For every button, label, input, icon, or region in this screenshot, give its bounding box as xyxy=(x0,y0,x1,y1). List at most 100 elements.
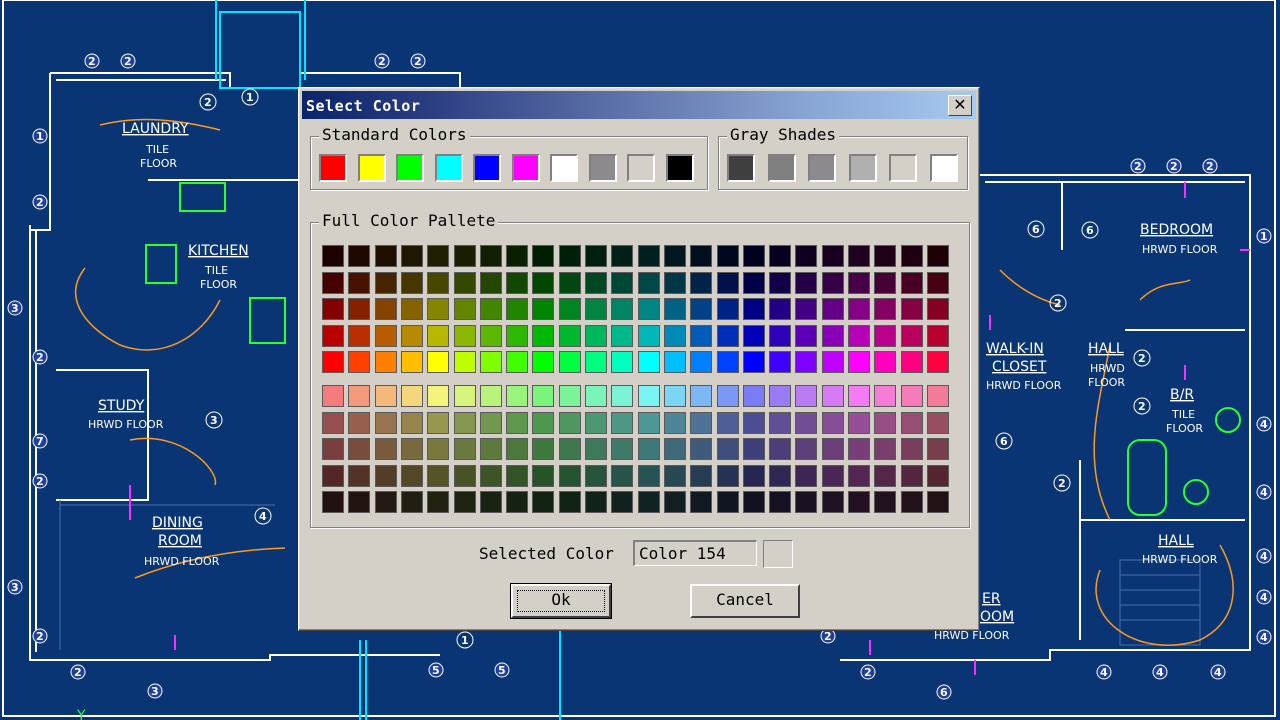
palette-color-cell[interactable] xyxy=(769,411,792,434)
palette-color-cell[interactable] xyxy=(400,491,423,514)
gray-shade-swatch[interactable] xyxy=(727,154,755,182)
palette-color-cell[interactable] xyxy=(479,324,502,347)
palette-color-cell[interactable] xyxy=(742,411,765,434)
palette-color-cell[interactable] xyxy=(558,245,581,267)
palette-color-cell[interactable] xyxy=(690,271,713,294)
palette-color-cell[interactable] xyxy=(690,411,713,434)
palette-color-cell[interactable] xyxy=(506,491,529,514)
palette-color-cell[interactable] xyxy=(769,438,792,461)
palette-color-cell[interactable] xyxy=(400,324,423,347)
palette-color-cell[interactable] xyxy=(795,464,818,487)
palette-color-cell[interactable] xyxy=(690,491,713,514)
palette-color-cell[interactable] xyxy=(690,385,713,407)
palette-color-cell[interactable] xyxy=(479,464,502,487)
palette-color-cell[interactable] xyxy=(821,245,844,267)
palette-color-cell[interactable] xyxy=(637,385,660,407)
palette-color-cell[interactable] xyxy=(795,411,818,434)
palette-color-cell[interactable] xyxy=(769,324,792,347)
palette-color-cell[interactable] xyxy=(926,385,949,407)
standard-color-swatch[interactable] xyxy=(473,154,501,182)
standard-color-swatch[interactable] xyxy=(396,154,424,182)
palette-color-cell[interactable] xyxy=(427,298,450,321)
palette-color-cell[interactable] xyxy=(716,271,739,294)
palette-color-cell[interactable] xyxy=(558,324,581,347)
palette-color-cell[interactable] xyxy=(795,351,818,374)
palette-color-cell[interactable] xyxy=(374,464,397,487)
palette-color-cell[interactable] xyxy=(663,324,686,347)
palette-color-cell[interactable] xyxy=(400,464,423,487)
palette-color-cell[interactable] xyxy=(637,298,660,321)
ok-button[interactable]: Ok xyxy=(510,583,612,619)
palette-color-cell[interactable] xyxy=(506,324,529,347)
palette-color-cell[interactable] xyxy=(611,324,634,347)
standard-color-swatch[interactable] xyxy=(357,154,386,182)
palette-color-cell[interactable] xyxy=(900,271,923,294)
palette-color-cell[interactable] xyxy=(453,464,476,487)
palette-color-cell[interactable] xyxy=(848,271,870,294)
palette-color-cell[interactable] xyxy=(585,298,607,321)
gray-shade-swatch[interactable] xyxy=(848,154,877,182)
palette-color-cell[interactable] xyxy=(663,245,686,267)
palette-color-cell[interactable] xyxy=(558,464,581,487)
palette-color-cell[interactable] xyxy=(637,491,660,514)
palette-color-cell[interactable] xyxy=(795,245,818,267)
palette-color-cell[interactable] xyxy=(769,271,792,294)
palette-color-cell[interactable] xyxy=(506,351,529,374)
palette-color-cell[interactable] xyxy=(532,464,555,487)
palette-color-cell[interactable] xyxy=(716,351,739,374)
palette-color-cell[interactable] xyxy=(663,411,686,434)
palette-color-cell[interactable] xyxy=(742,245,765,267)
palette-color-cell[interactable] xyxy=(348,245,371,267)
palette-color-cell[interactable] xyxy=(716,385,739,407)
palette-color-cell[interactable] xyxy=(532,298,555,321)
palette-color-cell[interactable] xyxy=(532,351,555,374)
palette-color-cell[interactable] xyxy=(322,351,344,374)
palette-color-cell[interactable] xyxy=(795,438,818,461)
palette-color-cell[interactable] xyxy=(611,298,634,321)
palette-color-cell[interactable] xyxy=(585,491,607,514)
palette-color-cell[interactable] xyxy=(585,324,607,347)
palette-color-cell[interactable] xyxy=(585,351,607,374)
palette-color-cell[interactable] xyxy=(926,351,949,374)
palette-color-cell[interactable] xyxy=(374,245,397,267)
palette-color-cell[interactable] xyxy=(690,438,713,461)
palette-color-cell[interactable] xyxy=(926,438,949,461)
palette-color-cell[interactable] xyxy=(585,385,607,407)
palette-color-cell[interactable] xyxy=(479,271,502,294)
palette-color-cell[interactable] xyxy=(716,491,739,514)
palette-color-cell[interactable] xyxy=(690,245,713,267)
palette-color-cell[interactable] xyxy=(585,438,607,461)
palette-color-cell[interactable] xyxy=(453,351,476,374)
palette-color-cell[interactable] xyxy=(453,438,476,461)
palette-color-cell[interactable] xyxy=(374,271,397,294)
palette-color-cell[interactable] xyxy=(506,464,529,487)
palette-color-cell[interactable] xyxy=(374,298,397,321)
palette-color-cell[interactable] xyxy=(558,411,581,434)
palette-color-cell[interactable] xyxy=(690,351,713,374)
palette-color-cell[interactable] xyxy=(795,298,818,321)
standard-color-swatch[interactable] xyxy=(434,154,463,182)
palette-color-cell[interactable] xyxy=(821,324,844,347)
palette-color-cell[interactable] xyxy=(532,411,555,434)
palette-color-cell[interactable] xyxy=(821,298,844,321)
palette-color-cell[interactable] xyxy=(716,464,739,487)
palette-color-cell[interactable] xyxy=(690,324,713,347)
palette-color-cell[interactable] xyxy=(848,324,870,347)
palette-color-cell[interactable] xyxy=(506,438,529,461)
palette-color-cell[interactable] xyxy=(374,411,397,434)
palette-color-cell[interactable] xyxy=(479,411,502,434)
palette-color-cell[interactable] xyxy=(427,271,450,294)
palette-color-cell[interactable] xyxy=(427,464,450,487)
palette-color-cell[interactable] xyxy=(400,245,423,267)
palette-color-cell[interactable] xyxy=(716,324,739,347)
palette-color-cell[interactable] xyxy=(742,464,765,487)
palette-color-cell[interactable] xyxy=(348,298,371,321)
gray-shade-swatch[interactable] xyxy=(808,154,836,182)
palette-color-cell[interactable] xyxy=(742,271,765,294)
palette-color-cell[interactable] xyxy=(585,245,607,267)
palette-color-cell[interactable] xyxy=(821,464,844,487)
palette-color-cell[interactable] xyxy=(453,385,476,407)
palette-color-cell[interactable] xyxy=(848,464,870,487)
palette-color-cell[interactable] xyxy=(900,385,923,407)
palette-color-cell[interactable] xyxy=(611,411,634,434)
